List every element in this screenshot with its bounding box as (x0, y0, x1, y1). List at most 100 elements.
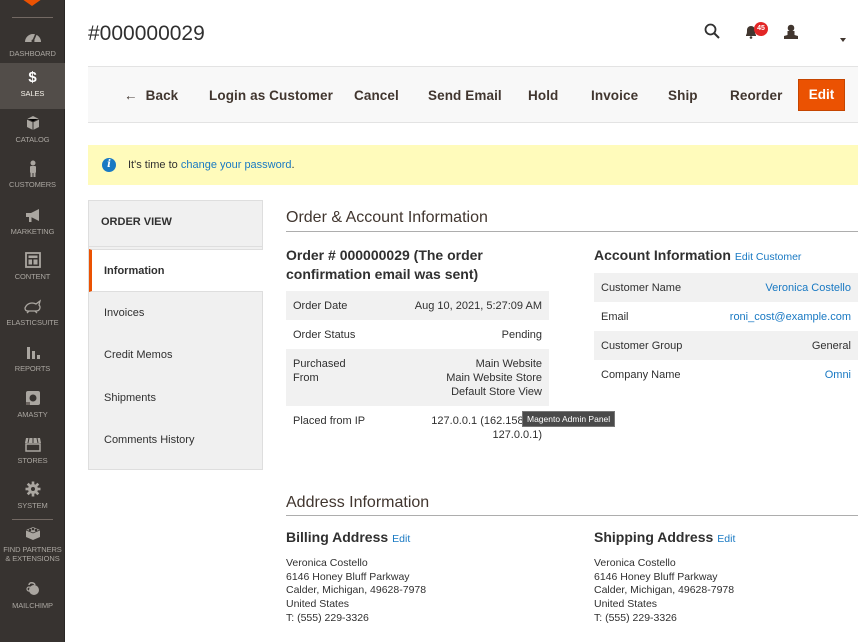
box-icon (0, 115, 65, 133)
shipping-address-heading: Shipping Address Edit (594, 528, 735, 549)
section-divider (286, 231, 858, 232)
address-line: United States (594, 598, 658, 611)
address-line: 6146 Honey Bluff Parkway (594, 570, 718, 583)
invoice-button[interactable]: Invoice (591, 88, 638, 103)
login-as-customer-button[interactable]: Login as Customer (209, 88, 333, 103)
billing-address-heading: Billing Address Edit (286, 528, 410, 549)
layout-icon (0, 252, 65, 270)
order-status-value: Pending (501, 329, 542, 341)
shipping-heading-text: Shipping Address (594, 529, 714, 545)
address-line: Calder, Michigan, 49628-7978 (286, 584, 427, 597)
sidebar-item-content[interactable]: Content (0, 252, 65, 292)
tabs-title: ORDER VIEW (89, 201, 262, 247)
order-date-value: Aug 10, 2021, 5:27:09 AM (414, 300, 542, 312)
sidebar-item-system[interactable]: System (0, 481, 65, 521)
order-heading-line: Order # 000000029 (The order (286, 247, 483, 263)
back-button[interactable]: ← Back (124, 88, 178, 103)
sidebar-item-amasty[interactable]: Amasty (0, 390, 65, 430)
sidebar-label: & Extensions (5, 554, 60, 563)
mailchimp-icon (0, 581, 65, 599)
purchased-from-label: Purchased From (293, 357, 346, 398)
company-name-link[interactable]: Omni (825, 368, 851, 381)
tab-comments-history[interactable]: Comments History (89, 419, 262, 462)
sidebar-label: Marketing (10, 227, 55, 236)
tab-invoices[interactable]: Invoices (89, 292, 262, 335)
cancel-order-button[interactable]: Cancel (354, 88, 399, 103)
edit-shipping-address-link[interactable]: Edit (717, 533, 735, 545)
sidebar-item-customers[interactable]: Customers (0, 160, 65, 200)
page-actions-toolbar: ← Back Login as Customer Cancel Send Emai… (88, 66, 858, 123)
info-icon: i (102, 158, 116, 172)
sidebar-label: Catalog (15, 135, 50, 144)
tab-credit-memos[interactable]: Credit Memos (89, 334, 262, 377)
search-icon[interactable] (704, 23, 720, 44)
user-icon[interactable] (784, 24, 798, 44)
hold-button[interactable]: Hold (528, 88, 558, 103)
sidebar-label: Sales (20, 89, 45, 98)
message-text: It's time to (128, 159, 181, 171)
tab-information[interactable]: Information (89, 249, 263, 292)
extensions-icon (0, 525, 65, 543)
edit-customer-link[interactable]: Edit Customer (735, 251, 802, 263)
send-email-button[interactable]: Send Email (428, 88, 502, 103)
edit-billing-address-link[interactable]: Edit (392, 533, 410, 545)
rabbit-icon (0, 298, 65, 316)
label-line: Purchased (293, 358, 346, 370)
magento-logo[interactable] (23, 0, 41, 6)
caret-down-icon[interactable] (840, 29, 846, 47)
dollar-icon: $ (28, 69, 37, 86)
sidebar-label: Mailchimp (12, 601, 53, 610)
sidebar-item-dashboard[interactable]: Dashboard (0, 26, 65, 66)
store-view-name: Default Store View (451, 386, 542, 398)
customer-name-label: Customer Name (601, 282, 682, 294)
sidebar-item-marketing[interactable]: Marketing (0, 207, 65, 247)
address-line: 6146 Honey Bluff Parkway (286, 570, 410, 583)
section-divider (286, 515, 858, 516)
address-phone: T: (555) 229-3326 (286, 611, 369, 624)
sidebar-item-sales[interactable]: $ Sales (0, 63, 65, 109)
email-link[interactable]: roni_cost@example.com (730, 310, 851, 323)
person-icon (0, 160, 65, 178)
page-title: #000000029 (88, 22, 205, 45)
email-label: Email (601, 311, 629, 323)
sidebar-divider (12, 17, 53, 18)
tab-shipments[interactable]: Shipments (89, 377, 262, 420)
order-date-label: Order Date (293, 300, 348, 312)
sidebar-item-reports[interactable]: Reports (0, 344, 65, 384)
company-name-row: Company Name Omni (594, 360, 858, 389)
edit-order-button[interactable]: Edit (798, 79, 845, 111)
ship-button[interactable]: Ship (668, 88, 698, 103)
amasty-icon (0, 390, 65, 408)
placed-from-ip-row: Placed from IP 127.0.0.1 (162.158.91. 12… (286, 406, 549, 446)
website-name: Main Website (475, 358, 542, 370)
order-status-row: Order Status Pending (286, 320, 549, 349)
sidebar-label: Dashboard (9, 49, 56, 58)
sidebar-item-elasticsuite[interactable]: ElasticSuite (0, 298, 65, 338)
placed-from-ip-label: Placed from IP (293, 415, 366, 427)
customer-group-value: General (811, 340, 851, 352)
billing-address-block: Veronica Costello 6146 Honey Bluff Parkw… (286, 557, 426, 626)
customer-group-label: Customer Group (601, 340, 683, 352)
email-row: Email roni_cost@example.com (594, 302, 858, 331)
sidebar-item-stores[interactable]: Stores (0, 436, 65, 476)
tooltip: Magento Admin Panel (522, 411, 616, 427)
address-line: Calder, Michigan, 49628-7978 (594, 584, 735, 597)
notification-count-badge[interactable]: 45 (754, 22, 768, 36)
sidebar-label: System (17, 501, 48, 510)
storefront-icon (0, 436, 65, 454)
billing-heading-text: Billing Address (286, 529, 389, 545)
sidebar-label: Amasty (17, 410, 48, 419)
arrow-left-icon: ← (124, 88, 138, 103)
company-name-label: Company Name (601, 369, 681, 381)
customer-name-link[interactable]: Veronica Costello (765, 281, 851, 294)
sidebar-item-mailchimp[interactable]: Mailchimp (0, 581, 65, 621)
sidebar-item-catalog[interactable]: Catalog (0, 115, 65, 155)
order-status-label: Order Status (293, 329, 356, 341)
sidebar-label: Content (14, 272, 51, 281)
reorder-button[interactable]: Reorder (730, 88, 782, 103)
sidebar-item-find-partners[interactable]: Find Partners & Extensions (0, 525, 65, 569)
megaphone-icon (0, 207, 65, 225)
sidebar-divider (12, 519, 53, 520)
change-password-link[interactable]: change your password (181, 159, 292, 171)
back-label: Back (145, 88, 179, 103)
